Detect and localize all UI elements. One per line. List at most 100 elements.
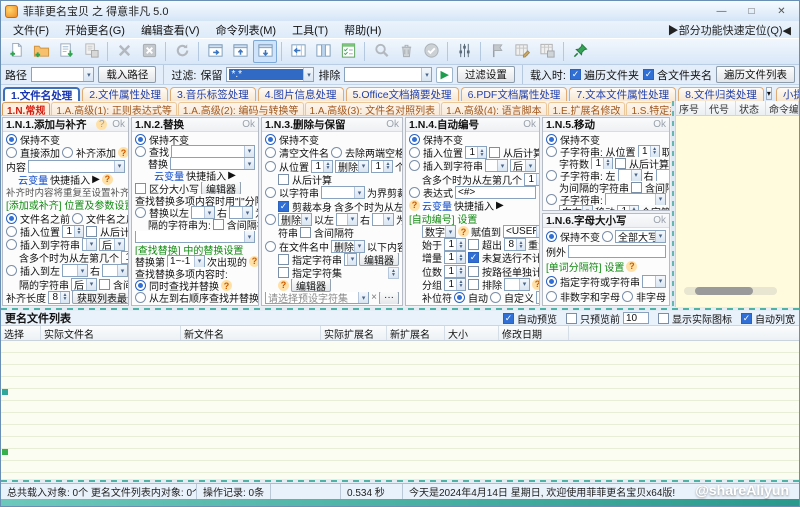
radio-icon[interactable] xyxy=(409,187,420,198)
radio[interactable]: 指定字符或字符串 xyxy=(546,274,640,289)
radio-icon[interactable] xyxy=(135,280,146,291)
option-自动预览[interactable]: 自动预览 xyxy=(503,311,557,326)
chevron-down-icon[interactable]: ▾ xyxy=(582,206,592,211)
spinner-buttons[interactable]: ▲ ▼ xyxy=(629,206,638,211)
checkbox-icon[interactable] xyxy=(468,279,479,290)
checkbox-icon[interactable] xyxy=(631,182,642,193)
checkbox[interactable]: 含间隔符 xyxy=(631,181,669,193)
spinner[interactable]: 1▲ ▼ xyxy=(444,265,466,278)
combo[interactable]: 向右▾ xyxy=(559,205,593,211)
option-value-input[interactable]: 10 xyxy=(623,312,649,324)
find-radio[interactable]: 查找 xyxy=(135,145,169,157)
checkbox-icon[interactable] xyxy=(566,313,577,324)
tab-main-1[interactable]: 1.文件名处理 xyxy=(3,87,80,101)
traverse-folders-checkbox[interactable]: 遍历文件夹 xyxy=(570,67,639,83)
column-header-实际文件名[interactable]: 实际文件名 xyxy=(41,326,181,340)
tab-sub-3[interactable]: 1.A.高级(3): 文件名对照列表 xyxy=(305,102,441,115)
command-list-hscrollbar[interactable] xyxy=(684,287,777,295)
radio-icon[interactable] xyxy=(409,160,420,171)
chevron-down-icon[interactable]: ▾ xyxy=(655,276,665,287)
column-header-新扩展名[interactable]: 新扩展名 xyxy=(387,326,445,340)
spinner-buttons[interactable]: ▲ ▼ xyxy=(516,239,525,250)
radio-icon[interactable] xyxy=(331,147,342,158)
checkbox[interactable]: 含间隔符 xyxy=(99,278,128,291)
chevron-down-icon[interactable]: ▾ xyxy=(525,160,535,171)
help-icon[interactable]: ? xyxy=(96,119,107,130)
radio-icon[interactable] xyxy=(546,231,557,242)
help-icon[interactable]: ? xyxy=(249,256,258,267)
new-file-button[interactable] xyxy=(4,40,28,63)
spinner-buttons[interactable]: ▲ ▼ xyxy=(383,161,392,172)
path-combo[interactable]: ▾ xyxy=(31,67,94,82)
radio[interactable]: 插入到字符串 xyxy=(409,159,483,172)
updown-icon[interactable]: ▲ ▼ xyxy=(388,267,399,279)
more-button[interactable]: ··· xyxy=(379,292,399,304)
checkbox[interactable]: 超出 xyxy=(468,238,502,251)
option-显示实际图标[interactable]: 显示实际图标 xyxy=(658,311,732,326)
radio[interactable]: 保持不变 xyxy=(409,133,463,146)
tab-sub-4[interactable]: 1.A.高级(4): 语言脚本 xyxy=(441,102,547,115)
spinner-buttons[interactable]: ▲ ▼ xyxy=(60,292,69,303)
radio[interactable]: 从位置 xyxy=(265,160,309,173)
combo[interactable]: ▾ xyxy=(82,238,97,251)
help-icon[interactable]: ? xyxy=(458,226,469,237)
radio[interactable]: 自动 xyxy=(454,291,488,304)
checkbox[interactable]: 从后计算 xyxy=(489,146,539,159)
combo[interactable]: 后▾ xyxy=(510,159,536,172)
quick-locate-label[interactable]: ▶部分功能快速定位(Q)◀ xyxy=(668,22,795,38)
close-button[interactable]: ✕ xyxy=(768,4,795,19)
combo[interactable]: ▾ xyxy=(102,264,128,277)
combo[interactable]: ▾ xyxy=(344,253,357,266)
combo[interactable]: ▾ xyxy=(504,278,530,291)
help-icon[interactable]: ? xyxy=(409,200,420,211)
chevron-down-icon[interactable]: ▾ xyxy=(519,279,529,290)
chevron-down-icon[interactable]: ▾ xyxy=(114,161,124,172)
input[interactable]: 0 xyxy=(536,291,539,304)
chevron-down-icon[interactable]: ▾ xyxy=(354,187,364,198)
radio[interactable]: 从左到右顺序查找并替换 xyxy=(135,292,258,304)
help-icon[interactable]: ? xyxy=(221,280,232,291)
checkbox-icon[interactable] xyxy=(468,239,479,250)
radio-icon[interactable] xyxy=(546,170,557,181)
spinner[interactable]: 8▲ ▼ xyxy=(504,238,526,251)
link[interactable]: 云变量 xyxy=(422,199,452,212)
pane-up-button[interactable] xyxy=(228,40,252,63)
spinner-buttons[interactable]: ▲ ▼ xyxy=(650,146,659,157)
tab-main-5[interactable]: 5.Office文档摘要处理 xyxy=(346,87,459,101)
spinner[interactable]: 1▲ ▼ xyxy=(121,251,128,264)
combo[interactable]: ▾ xyxy=(191,206,215,218)
radio-icon[interactable] xyxy=(62,147,73,158)
radio[interactable]: 自定义 xyxy=(490,291,534,304)
spinner[interactable]: 1▲ ▼ xyxy=(617,205,639,211)
combo[interactable]: 全部大写▾ xyxy=(615,230,666,243)
combo[interactable]: ▾ xyxy=(62,264,88,277)
radio-icon[interactable] xyxy=(546,146,557,157)
chevron-down-icon[interactable]: ▾ xyxy=(244,146,254,157)
help-icon[interactable]: ? xyxy=(626,261,637,272)
file-list-body[interactable] xyxy=(1,341,799,479)
keep-filter-combo[interactable]: *.*▾ xyxy=(226,67,314,82)
help-icon[interactable]: ? xyxy=(532,279,539,290)
combo[interactable]: 后▾ xyxy=(71,278,97,291)
radio[interactable]: 保持不变 xyxy=(135,133,189,145)
radio-icon[interactable] xyxy=(135,207,146,218)
radio[interactable] xyxy=(602,231,613,242)
spinner[interactable]: 1▲ ▼ xyxy=(444,238,466,251)
checkbox-icon[interactable] xyxy=(278,254,289,265)
chevron-down-icon[interactable]: ▾ xyxy=(655,194,665,205)
radio-icon[interactable] xyxy=(265,134,276,145)
tab-sub-2[interactable]: 1.A.高级(2): 编码与转换等 xyxy=(178,102,304,115)
checkbox-icon[interactable] xyxy=(489,147,500,158)
chevron-down-icon[interactable]: ▾ xyxy=(86,279,96,290)
checkbox-icon[interactable] xyxy=(658,313,669,324)
traverse-list-button[interactable]: 遍历文件列表 xyxy=(716,66,795,83)
checkbox-icon[interactable] xyxy=(503,313,514,324)
chevron-down-icon[interactable]: ▾ xyxy=(497,160,507,171)
radio-icon[interactable] xyxy=(265,241,276,252)
chevron-down-icon[interactable]: ▾ xyxy=(83,68,93,81)
radio-icon[interactable] xyxy=(265,187,276,198)
option-只预览前[interactable]: 只预览前10 xyxy=(566,311,649,326)
columns-left-button[interactable] xyxy=(286,40,310,63)
checkbox[interactable]: 从后计算 xyxy=(615,157,669,169)
chevron-down-icon[interactable]: ▾ xyxy=(242,207,252,218)
